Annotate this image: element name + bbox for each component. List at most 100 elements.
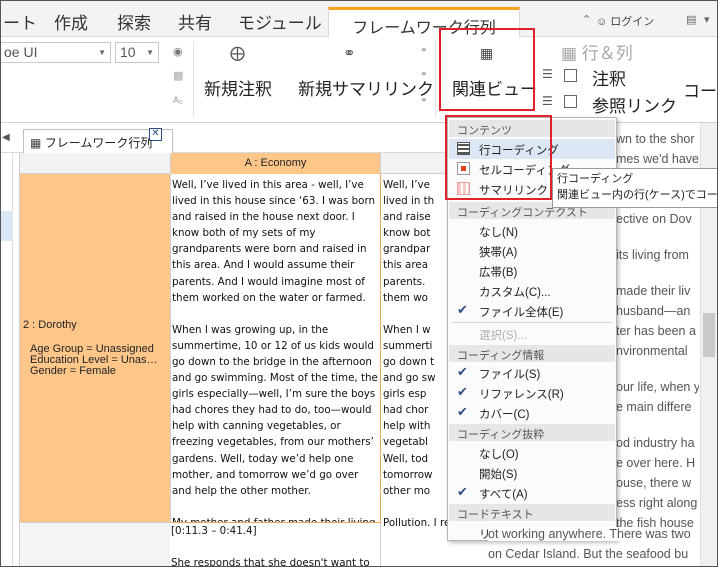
menu-item-custom[interactable]: カスタム(C)... [449, 281, 615, 301]
link-small-icon-2[interactable]: ⚭ [420, 69, 428, 80]
menu-separator [452, 322, 612, 323]
matrix-cell-column-b[interactable]: Well, I’ve lived in th and raise know bot gr… [381, 174, 451, 566]
check-icon: ✔ [457, 302, 468, 317]
close-icon[interactable]: ✕ [149, 128, 162, 141]
source-text-line: made their liv [616, 284, 691, 298]
source-text-line [616, 229, 699, 245]
chevron-down-icon: ▼ [98, 48, 106, 57]
menu-item-coverage[interactable]: ✔ カバー(C) [449, 403, 615, 423]
column-header-economy[interactable]: A : Economy [170, 153, 381, 174]
tab-note[interactable]: ート [3, 9, 37, 34]
annotation-label: 注釈 [592, 70, 626, 89]
cell-line: them wo [383, 291, 428, 304]
row-column-label: 行＆列 [581, 44, 633, 63]
check-icon: ✔ [457, 364, 468, 379]
source-text-line: nvironmental [616, 344, 688, 358]
chevron-left-icon[interactable]: ◀ [2, 132, 10, 143]
login-button[interactable]: ☺ ログイン [596, 13, 654, 29]
cell-line [383, 306, 449, 322]
cell-line: and go sw [383, 372, 436, 385]
menu-item-narrow[interactable]: 狭帯(A) [449, 241, 615, 261]
matrix-cell-economy-next[interactable]: [0:11.3 – 0:41.4] She responds that she … [170, 523, 381, 566]
menu-label: カバー(C) [479, 409, 530, 421]
cell-line: know bot [383, 227, 431, 240]
source-text-line: e over here. H [616, 456, 696, 470]
source-text-line: ess right along [616, 496, 698, 510]
cell-line [383, 499, 449, 515]
source-text-line [616, 417, 699, 433]
row-column-icon: ▦ [561, 44, 578, 63]
attribute-education: Education Level = Unas… [30, 355, 158, 366]
menu-label: すべて(A) [479, 489, 528, 501]
matrix-cell-economy[interactable]: Well, I’ve lived in this area - well, I’… [170, 174, 381, 523]
scrollbar-thumb[interactable] [703, 313, 715, 357]
navigation-selection[interactable] [1, 211, 13, 241]
cell-line: go down t [383, 355, 435, 368]
doc-tab-label: フレームワーク行列 [44, 136, 153, 150]
menu-item-select[interactable]: 選択(S)... [449, 324, 615, 344]
row-header-dorothy[interactable]: 2 : Dorothy Age Group = Unassigned Educa… [20, 174, 170, 523]
matrix-icon: ▦ [30, 136, 42, 150]
menu-item-broad[interactable]: 広帯(B) [449, 261, 615, 281]
row-title: 2 : Dorothy [23, 319, 77, 331]
check-icon: ✔ [457, 484, 468, 499]
menu-section-code-text: コードテキスト [449, 504, 615, 521]
user-icon: ☺ [596, 16, 608, 28]
ribbon-tab-bar: ート 作成 探索 共有 モジュール フレームワーク行列 ⌃ ☺ ログイン ▤ ▾ [1, 1, 717, 38]
link-small-icon-3[interactable]: ⚭ [420, 95, 428, 106]
save-icon[interactable]: ▤ [686, 13, 696, 26]
source-text-line [616, 265, 699, 281]
reference-link-checkbox[interactable] [564, 95, 577, 108]
align-icon[interactable]: ☰ [542, 67, 553, 81]
font-name-combo[interactable]: oe UI ▼ [1, 42, 111, 63]
new-annotation-icon: ⨁ [230, 45, 245, 62]
source-text-line: our life, when yo [616, 380, 699, 394]
source-text-line: wn to the shor [616, 132, 695, 146]
new-summary-link-button[interactable]: 新規サマリリンク [298, 75, 434, 100]
tab-share[interactable]: 共有 [178, 9, 212, 34]
cell-line: other mo [383, 484, 431, 497]
cell-line: girls esp [383, 388, 427, 401]
menu-item-file[interactable]: ✔ ファイル(S) [449, 363, 615, 383]
align-icon-2[interactable]: ☰ [542, 94, 553, 108]
annotation-checkbox[interactable] [564, 69, 577, 82]
source-text-line: e main differe [616, 400, 692, 414]
highlight-box [445, 115, 552, 200]
font-size-value: 10 [120, 44, 136, 60]
chevron-up-icon[interactable]: ⌃ [582, 13, 591, 26]
coding-button-partial[interactable]: コー [683, 77, 717, 102]
attribute-gender: Gender = Female [30, 366, 116, 377]
row-header-next[interactable] [20, 523, 170, 566]
menu-item-whole-file[interactable]: ✔ ファイル全体(E) [449, 301, 615, 321]
cell-paragraph: Well, I’ve lived in this area - well, I’… [172, 179, 376, 304]
font-size-combo[interactable]: 10 ▼ [115, 42, 159, 63]
link-small-icon[interactable]: ⚭ [420, 45, 428, 56]
tab-modules[interactable]: モジュール [238, 9, 322, 34]
source-text-line: ective on Dov [616, 212, 692, 226]
menu-label: リファレンス(R) [479, 389, 564, 401]
new-annotation-button[interactable]: 新規注釈 [204, 75, 272, 100]
link-icon: ⚭ [343, 45, 356, 62]
reference-link-label: 参照リンク [592, 97, 677, 116]
tab-explore[interactable]: 探索 [117, 9, 151, 34]
cell-line: [0:11.3 – 0:41.4] [171, 525, 257, 537]
tab-create[interactable]: 作成 [54, 9, 88, 34]
cell-line: help with [383, 420, 431, 433]
menu-item-context-none[interactable]: なし(N) [449, 221, 615, 241]
format-icon[interactable]: A₀ [173, 95, 183, 105]
dropdown-icon[interactable]: ▾ [704, 13, 710, 26]
tooltip-description: 関連ビュー内の行(ケース)でコーディ [557, 189, 718, 201]
check-icon: ✔ [457, 384, 468, 399]
separator [193, 41, 194, 117]
replace-icon[interactable]: ▩ [173, 69, 183, 82]
source-text-line: ter has been a [616, 324, 696, 338]
menu-item-extract-none[interactable]: なし(O) [449, 443, 615, 463]
cell-line: this area [383, 259, 429, 272]
cell-line [171, 539, 379, 555]
source-text-line: mes we'd have [616, 152, 699, 166]
menu-item-all[interactable]: ✔ すべて(A) [449, 483, 615, 503]
menu-item-reference[interactable]: ✔ リファレンス(R) [449, 383, 615, 403]
source-text-line: husband—an [616, 304, 691, 318]
binoculars-icon[interactable]: ◉ [173, 45, 183, 58]
menu-item-start[interactable]: 開始(S) [449, 463, 615, 483]
